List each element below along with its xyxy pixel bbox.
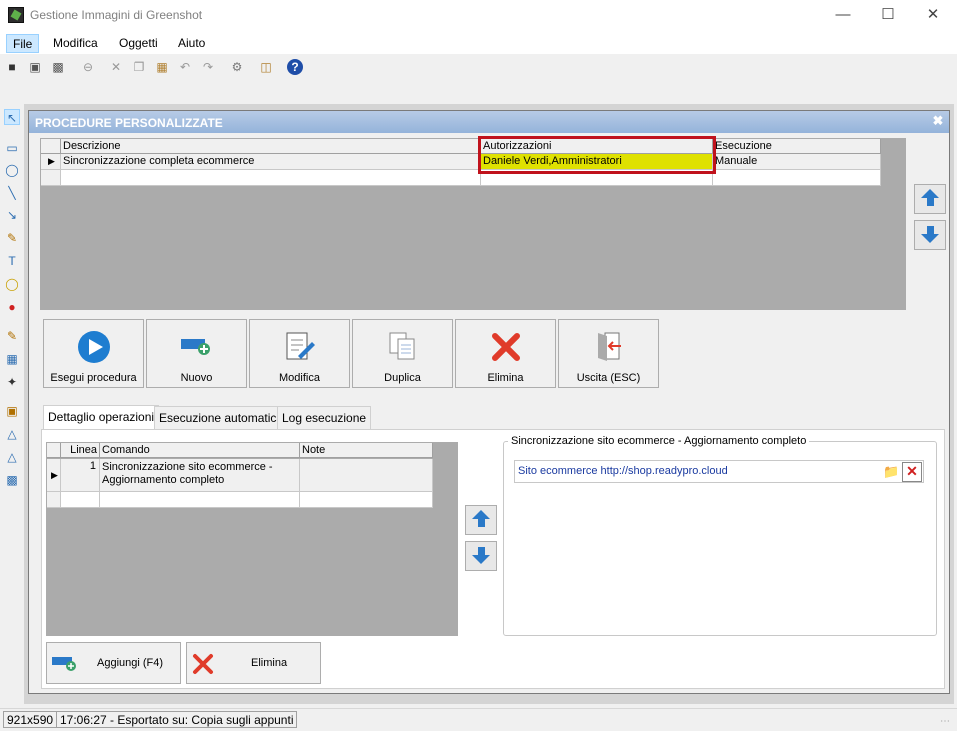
grid-corner	[41, 139, 61, 154]
new-row-cell[interactable]	[713, 170, 881, 186]
highlight-tool-icon[interactable]: ✎	[4, 328, 20, 344]
copy-icon[interactable]: ❐	[131, 59, 147, 75]
close-button[interactable]: ✕	[910, 0, 956, 32]
help-icon[interactable]: ?	[287, 59, 303, 75]
dialog-title: PROCEDURE PERSONALIZZATE	[35, 116, 223, 130]
button-label: Elimina	[251, 657, 288, 669]
new-row-cell[interactable]	[61, 492, 100, 508]
redo-icon[interactable]: ↷	[200, 59, 216, 75]
remove-icon[interactable]: ⊖	[80, 59, 96, 75]
column-header[interactable]: Note	[300, 443, 433, 458]
rotate-right-icon[interactable]: △	[4, 449, 20, 465]
delete-x-icon	[193, 654, 213, 674]
operation-move-down-button[interactable]	[465, 541, 497, 571]
maximize-button[interactable]: ☐	[865, 0, 911, 32]
exit-door-icon	[598, 332, 621, 361]
settings-gear-icon[interactable]: ⚙	[229, 59, 245, 75]
exit-button[interactable]: Uscita (ESC)	[558, 319, 659, 388]
table-cell-execution[interactable]: Manuale	[713, 154, 881, 170]
row-selector-arrow-icon[interactable]: ▶	[41, 154, 61, 170]
tab-execution-log[interactable]: Log esecuzione	[277, 406, 372, 429]
freehand-tool-icon[interactable]: ✎	[4, 230, 20, 246]
move-down-button[interactable]	[914, 220, 946, 250]
run-procedure-button[interactable]: Esegui procedura	[43, 319, 144, 388]
clipboard-icon[interactable]: ▣	[27, 59, 43, 75]
effects-tool-icon[interactable]: ✦	[4, 374, 20, 390]
button-label: Uscita (ESC)	[576, 372, 641, 384]
menu-edit[interactable]: Modifica	[47, 34, 104, 53]
delete-operation-button[interactable]: Elimina	[186, 642, 321, 684]
site-field-value: Sito ecommerce http://shop.readypro.clou…	[518, 465, 728, 477]
ellipse-tool-icon[interactable]: ◯	[4, 162, 20, 178]
cut-icon[interactable]: ✕	[108, 59, 124, 75]
obfuscate-tool-icon[interactable]: ▦	[4, 351, 20, 367]
rectangle-tool-icon[interactable]: ▭	[4, 140, 20, 156]
menu-file[interactable]: File	[6, 34, 40, 53]
grid-corner	[47, 443, 61, 458]
new-row-cell[interactable]	[300, 492, 433, 508]
crop-tool-icon[interactable]: ▣	[4, 403, 20, 419]
column-header[interactable]: Comando	[100, 443, 300, 458]
menu-help[interactable]: Aiuto	[172, 34, 211, 53]
image-icon[interactable]: ◫	[258, 59, 274, 75]
duplicate-icon	[389, 332, 415, 360]
column-header[interactable]: Esecuzione	[713, 139, 881, 154]
table-cell-command[interactable]: Sincronizzazione sito ecommerce - Aggior…	[100, 459, 300, 492]
new-button[interactable]: Nuovo	[146, 319, 247, 388]
minimize-button[interactable]: —	[820, 0, 866, 32]
counter-tool-icon[interactable]: ●	[4, 299, 20, 315]
new-row-cell[interactable]	[100, 492, 300, 508]
greenshot-app-icon	[8, 7, 24, 23]
button-label: Duplica	[384, 372, 421, 384]
menu-objects[interactable]: Oggetti	[113, 34, 164, 53]
delete-x-icon	[492, 333, 520, 361]
detail-group-title: Sincronizzazione sito ecommerce - Aggior…	[508, 435, 810, 447]
line-tool-icon[interactable]: ╲	[4, 185, 20, 201]
button-label: Aggiungi (F4)	[97, 657, 164, 669]
resize-grip-icon[interactable]: ⋯	[940, 716, 952, 728]
move-up-button[interactable]	[914, 184, 946, 214]
folder-icon[interactable]: 📁	[883, 464, 899, 479]
button-label: Elimina	[487, 372, 524, 384]
add-icon	[52, 657, 76, 671]
add-icon	[181, 339, 210, 355]
clear-site-icon[interactable]: ✕	[902, 462, 922, 482]
new-row-cell[interactable]	[61, 170, 481, 186]
row-selector[interactable]	[47, 492, 61, 508]
duplicate-button[interactable]: Duplica	[352, 319, 453, 388]
speechbubble-tool-icon[interactable]: ◯	[4, 276, 20, 292]
tab-operation-details[interactable]: Dettaglio operazioni	[43, 405, 160, 429]
edit-button[interactable]: Modifica	[249, 319, 350, 388]
operation-move-up-button[interactable]	[465, 505, 497, 535]
undo-icon[interactable]: ↶	[177, 59, 193, 75]
button-label: Modifica	[279, 372, 320, 384]
window-title: Gestione Immagini di Greenshot	[30, 8, 203, 22]
paste-icon[interactable]: ▦	[154, 59, 170, 75]
dialog-close-icon[interactable]: ✖	[930, 113, 946, 129]
highlight-frame	[478, 136, 716, 174]
print-icon[interactable]: ▩	[50, 59, 66, 75]
table-cell-note[interactable]	[300, 459, 433, 492]
play-icon	[78, 331, 110, 363]
text-tool-icon[interactable]: T	[4, 253, 20, 269]
resize-tool-icon[interactable]: ▩	[4, 472, 20, 488]
button-label: Esegui procedura	[50, 372, 137, 384]
button-label: Nuovo	[180, 372, 213, 384]
arrow-tool-icon[interactable]: ↘	[4, 207, 20, 223]
row-selector[interactable]	[41, 170, 61, 186]
column-header[interactable]: Linea	[61, 443, 100, 458]
delete-button[interactable]: Elimina	[455, 319, 556, 388]
table-cell-description[interactable]: Sincronizzazione completa ecommerce	[61, 154, 481, 170]
column-header[interactable]: Descrizione	[61, 139, 481, 154]
image-size-status: 921x590	[3, 711, 58, 728]
rotate-left-icon[interactable]: △	[4, 426, 20, 442]
pointer-tool-icon[interactable]: ↖	[4, 109, 20, 125]
export-status: 17:06:27 - Esportato su: Copia sugli app…	[56, 711, 298, 728]
tab-automatic-execution[interactable]: Esecuzione automatica	[154, 406, 289, 429]
table-cell-line[interactable]: 1	[61, 459, 100, 492]
edit-icon	[286, 332, 315, 360]
site-field[interactable]: Sito ecommerce http://shop.readypro.clou…	[514, 460, 924, 483]
row-selector-arrow-icon[interactable]: ▶	[47, 459, 61, 492]
add-operation-button[interactable]: Aggiungi (F4)	[46, 642, 181, 684]
